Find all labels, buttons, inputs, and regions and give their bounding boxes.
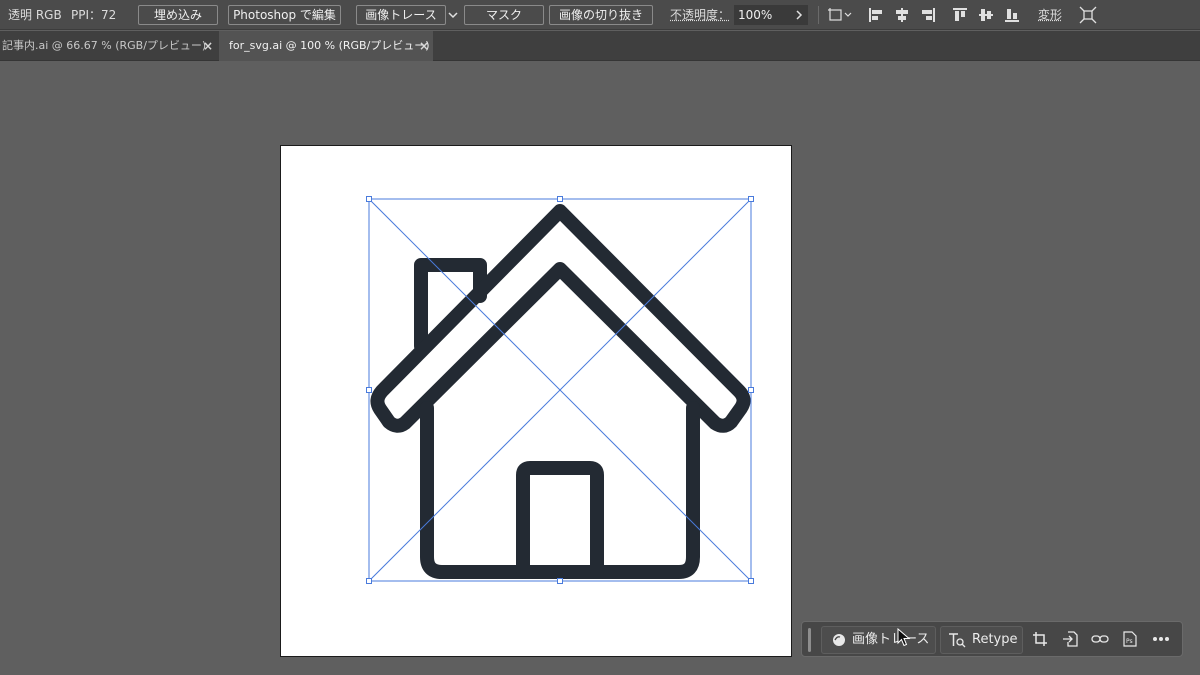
- place-icon[interactable]: [1059, 628, 1081, 650]
- retype-button[interactable]: Retype: [940, 626, 1023, 654]
- image-trace-button[interactable]: 画像トレース: [356, 5, 446, 25]
- svg-text:Ps: Ps: [1126, 638, 1133, 645]
- opacity-field[interactable]: 100%: [734, 5, 790, 25]
- contextual-task-bar: 画像トレース Retype Ps: [801, 621, 1183, 657]
- task-image-trace-label: 画像トレース: [852, 632, 930, 647]
- document-tab-active[interactable]: for_svg.ai @ 100 % (RGB/プレビュー) ×: [219, 31, 433, 61]
- align-top-icon[interactable]: [950, 5, 970, 25]
- photoshop-icon[interactable]: Ps: [1119, 628, 1141, 650]
- separator: [818, 6, 819, 24]
- embed-button[interactable]: 埋め込み: [138, 5, 218, 25]
- opacity-label[interactable]: 不透明度：: [670, 0, 730, 30]
- more-options-icon[interactable]: [1150, 628, 1172, 650]
- close-icon[interactable]: ×: [419, 31, 429, 61]
- align-horizontal-center-icon[interactable]: [892, 5, 912, 25]
- artboard-icon[interactable]: [826, 5, 854, 25]
- canvas-artwork: [366, 196, 754, 584]
- document-info: 透明 RGB: [8, 8, 62, 22]
- selection-bounding-box: [368, 198, 752, 582]
- link-icon[interactable]: [1089, 628, 1111, 650]
- chevron-down-icon[interactable]: [446, 5, 460, 25]
- door-shape: [516, 461, 604, 579]
- retype-icon: [948, 632, 966, 648]
- crop-icon[interactable]: [1029, 628, 1051, 650]
- align-left-icon[interactable]: [866, 5, 886, 25]
- transform-link[interactable]: 変形: [1038, 0, 1062, 30]
- align-vertical-center-icon[interactable]: [976, 5, 996, 25]
- control-bar: 透明 RGB PPI：72 埋め込み Photoshop で編集 画像トレース …: [0, 0, 1200, 30]
- drag-handle[interactable]: [808, 628, 811, 652]
- retype-label: Retype: [972, 632, 1018, 647]
- document-tab[interactable]: 記事内.ai @ 66.67 % (RGB/プレビュー) ×: [0, 31, 218, 61]
- mouse-cursor-icon: [897, 627, 911, 648]
- artboard[interactable]: [280, 145, 792, 657]
- crop-image-button[interactable]: 画像の切り抜き: [549, 5, 653, 25]
- mask-button[interactable]: マスク: [464, 5, 544, 25]
- tab-label: 記事内.ai @ 66.67 % (RGB/プレビュー): [2, 39, 207, 52]
- chevron-right-icon[interactable]: [790, 5, 808, 25]
- close-icon[interactable]: ×: [203, 31, 213, 61]
- align-bottom-icon[interactable]: [1002, 5, 1022, 25]
- document-tabs: 記事内.ai @ 66.67 % (RGB/プレビュー) × for_svg.a…: [0, 31, 1200, 61]
- roof-shape: [370, 204, 751, 433]
- wall-shape: [420, 401, 700, 579]
- edit-in-photoshop-button[interactable]: Photoshop で編集: [228, 5, 341, 25]
- illustrator-window: 透明 RGB PPI：72 埋め込み Photoshop で編集 画像トレース …: [0, 0, 1200, 675]
- image-trace-icon: [831, 632, 847, 648]
- align-right-icon[interactable]: [918, 5, 938, 25]
- isolate-selection-icon[interactable]: [1078, 5, 1098, 25]
- task-image-trace-button[interactable]: 画像トレース: [821, 626, 936, 654]
- tab-label: for_svg.ai @ 100 % (RGB/プレビュー): [229, 39, 430, 52]
- ppi-readout: PPI：72: [71, 8, 117, 22]
